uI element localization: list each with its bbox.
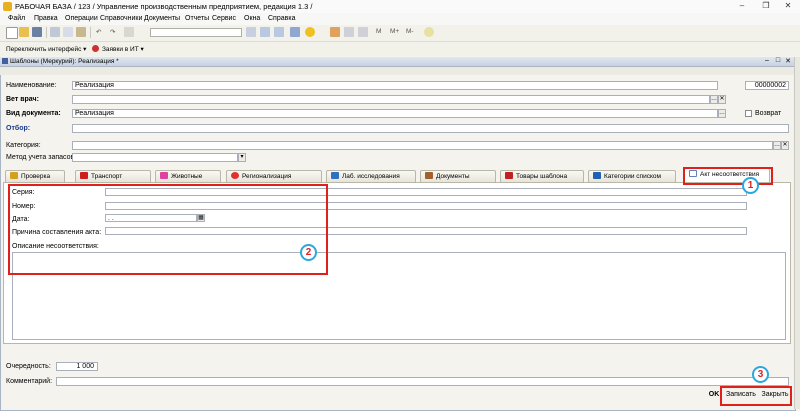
- document-title: Шаблоны (Меркурий): Реализация *: [10, 58, 119, 65]
- category-clear-button[interactable]: ✕: [781, 141, 789, 150]
- doc-type-select-button[interactable]: …: [718, 109, 726, 118]
- window-title: РАБОЧАЯ БАЗА / 123 / Управление производ…: [15, 2, 313, 11]
- folder-icon: [425, 172, 433, 179]
- toolbar-separator: [46, 27, 47, 38]
- cut-icon[interactable]: [50, 27, 60, 37]
- vet-select-button[interactable]: …: [710, 95, 718, 104]
- annotation-badge-2: 2: [300, 244, 317, 261]
- menu-documents[interactable]: Документы: [144, 15, 180, 22]
- requests-icon: [92, 45, 99, 52]
- menu-reports[interactable]: Отчеты: [185, 15, 209, 22]
- clipboard-icon[interactable]: [358, 27, 368, 37]
- vet-clear-button[interactable]: ✕: [718, 95, 726, 104]
- minimize-button[interactable]: –: [730, 0, 754, 12]
- calendar-icon[interactable]: [344, 27, 354, 37]
- annotation-badge-3: 3: [752, 366, 769, 383]
- requests-it-button[interactable]: Заявки в ИТ ▾: [102, 45, 144, 53]
- check-icon: [10, 172, 18, 179]
- filter-label: Отбор:: [6, 125, 31, 132]
- document-command-bar: [0, 67, 794, 75]
- tab-check[interactable]: Проверка: [5, 170, 65, 182]
- animal-icon: [160, 172, 168, 179]
- category-field[interactable]: [72, 141, 773, 150]
- toolbar: [0, 25, 800, 42]
- tab-documents[interactable]: Документы: [420, 170, 496, 182]
- switch-interface-button[interactable]: Переключить интерфейс ▾: [6, 45, 86, 53]
- save-icon[interactable]: [32, 27, 42, 37]
- toolbar-separator: [90, 27, 91, 38]
- menu-help[interactable]: Справка: [268, 15, 295, 22]
- order-label: Очередность:: [6, 363, 51, 370]
- map-pin-icon: [231, 172, 239, 179]
- annotation-badge-1: 1: [742, 177, 759, 194]
- comment-label: Комментарий:: [6, 378, 53, 385]
- close-window-button[interactable]: ✕: [776, 0, 800, 12]
- document-icon: [2, 58, 8, 64]
- menu-windows[interactable]: Окна: [244, 15, 260, 22]
- font-m-plus-button[interactable]: M+: [390, 28, 399, 35]
- return-checkbox[interactable]: [745, 110, 752, 117]
- menu-operations[interactable]: Операции: [65, 15, 98, 22]
- stock-method-field[interactable]: [72, 153, 238, 162]
- vet-field[interactable]: [72, 95, 710, 104]
- name-label: Наименование:: [6, 82, 57, 89]
- vet-label: Вет врач:: [6, 96, 39, 103]
- menu-catalogs[interactable]: Справочники: [100, 15, 142, 22]
- annotation-box-fields: [8, 184, 328, 275]
- window-icon[interactable]: [290, 27, 300, 37]
- calculator-icon[interactable]: [330, 27, 340, 37]
- doc-type-field[interactable]: Реализация: [72, 109, 718, 118]
- order-field[interactable]: 1 000: [56, 362, 98, 371]
- code-field[interactable]: 00000002: [745, 81, 789, 90]
- title-bar: РАБОЧАЯ БАЗА / 123 / Управление производ…: [0, 0, 800, 14]
- undo-icon[interactable]: ↶: [96, 28, 101, 36]
- tab-animals[interactable]: Животные: [155, 170, 221, 182]
- stock-method-label: Метод учета запасов:: [6, 154, 77, 161]
- doc-type-label: Вид документа:: [6, 110, 61, 117]
- name-field[interactable]: Реализация: [72, 81, 718, 90]
- menu-service[interactable]: Сервис: [212, 15, 236, 22]
- doc-minimize-button[interactable]: –: [762, 57, 772, 66]
- search-combo[interactable]: [150, 28, 242, 37]
- flask-icon: [331, 172, 339, 179]
- return-label: Возврат: [755, 110, 782, 117]
- font-m-button[interactable]: M: [376, 28, 381, 35]
- paste-icon[interactable]: [76, 27, 86, 37]
- lightbulb-icon[interactable]: [424, 27, 434, 37]
- truck-icon: [80, 172, 88, 179]
- cart-icon: [505, 172, 513, 179]
- search-next-icon[interactable]: [260, 27, 270, 37]
- search-prev-icon[interactable]: [274, 27, 284, 37]
- annotation-box-buttons: [720, 386, 792, 406]
- tab-transport[interactable]: Транспорт: [75, 170, 151, 182]
- comment-field[interactable]: [56, 377, 789, 386]
- annotation-box-tab: [683, 167, 773, 185]
- document-header: [0, 57, 794, 67]
- copy-icon[interactable]: [63, 27, 73, 37]
- font-m-minus-button[interactable]: M-: [406, 28, 414, 35]
- doc-close-button[interactable]: ✕: [783, 57, 793, 66]
- tab-categories-list[interactable]: Категории списком: [588, 170, 676, 182]
- list-icon: [593, 172, 601, 179]
- menu-file[interactable]: Файл: [8, 15, 25, 22]
- menu-edit[interactable]: Правка: [34, 15, 58, 22]
- stock-method-dropdown[interactable]: ▾: [238, 153, 246, 162]
- tab-template-goods[interactable]: Товары шаблона: [500, 170, 584, 182]
- category-select-button[interactable]: …: [773, 141, 781, 150]
- find-icon[interactable]: [124, 27, 134, 37]
- doc-restore-button[interactable]: □: [773, 57, 783, 66]
- filter-field[interactable]: [72, 124, 789, 133]
- search-icon[interactable]: [246, 27, 256, 37]
- help-icon[interactable]: [305, 27, 315, 37]
- open-folder-icon[interactable]: [19, 27, 29, 37]
- app-icon: [3, 2, 12, 11]
- tab-lab-research[interactable]: Лаб. исследования: [326, 170, 416, 182]
- redo-icon[interactable]: ↷: [110, 28, 115, 36]
- tab-regionalization[interactable]: Регионализация: [226, 170, 322, 182]
- right-panel-strip: [794, 57, 800, 409]
- new-doc-icon[interactable]: [6, 27, 18, 39]
- restore-button[interactable]: ❐: [754, 0, 778, 12]
- category-label: Категория:: [6, 142, 41, 149]
